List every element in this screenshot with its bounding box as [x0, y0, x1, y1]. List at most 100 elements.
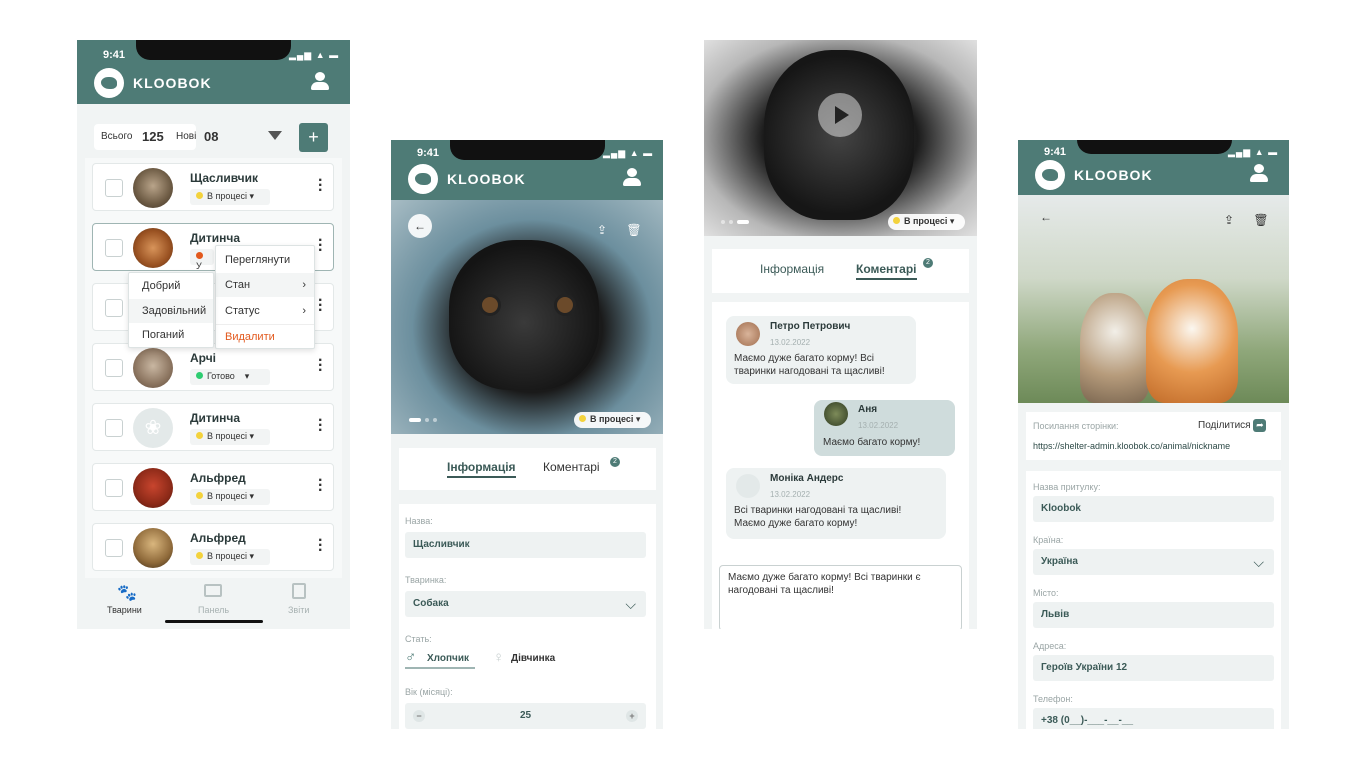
share-upload-icon[interactable]: ⇪	[1217, 208, 1241, 232]
row-checkbox[interactable]	[105, 299, 123, 317]
male-icon: ♂	[405, 649, 417, 666]
plus-icon: +	[626, 710, 638, 722]
animal-name: Альфред	[190, 531, 246, 545]
new-value: 08	[204, 129, 219, 144]
menu-item-view[interactable]: Переглянути	[216, 248, 314, 272]
more-options-icon[interactable]: · · ·	[318, 293, 323, 319]
nav-reports[interactable]: Звіти	[288, 605, 309, 615]
animal-type-label: Тваринка:	[405, 575, 447, 585]
share-upload-icon[interactable]: ⇪	[590, 218, 614, 242]
submenu-item-good[interactable]: Добрий	[129, 274, 213, 298]
trash-icon[interactable]: 🗑	[622, 218, 646, 242]
comment-input[interactable]: Маємо дуже багато корму! Всі тваринки є …	[719, 565, 962, 629]
submenu-item-bad[interactable]: Поганий	[129, 323, 213, 347]
user-profile-icon[interactable]	[1249, 164, 1269, 182]
tab-comments[interactable]: Коментарі	[856, 262, 917, 280]
trash-icon[interactable]: 🗑	[1249, 208, 1273, 232]
chevron-down-icon: ⌵	[1253, 554, 1264, 570]
menu-item-state[interactable]: Стан ›	[216, 273, 314, 297]
back-arrow-icon[interactable]: ←	[1034, 205, 1058, 229]
status-dropdown[interactable]: В процесі ▾	[888, 214, 965, 230]
state-submenu: Добрий Задовільний Поганий	[128, 272, 214, 348]
list-item[interactable]: Арчі Готово ▾ · · ·	[92, 343, 334, 391]
name-label: Назва:	[405, 516, 433, 526]
info-form: Назва: Щасливчик Тваринка: Собака ⌵ Стать…	[399, 504, 656, 729]
more-options-icon[interactable]: · · ·	[318, 353, 323, 379]
menu-item-status[interactable]: Статус ›	[216, 299, 314, 323]
more-options-icon[interactable]: · · ·	[318, 233, 323, 259]
address-field[interactable]: Героїв України 12	[1033, 655, 1274, 681]
chevron-right-icon: ›	[302, 279, 306, 291]
more-options-icon[interactable]: · · ·	[318, 173, 323, 199]
tab-comments[interactable]: Коментарі	[543, 460, 600, 474]
tab-bar: Інформація Коментарі 2	[399, 448, 656, 490]
tab-info[interactable]: Інформація	[447, 460, 516, 478]
address-label: Адреса:	[1033, 641, 1067, 651]
age-stepper[interactable]: − 25 +	[405, 703, 646, 729]
pug-eye	[479, 294, 501, 316]
animal-avatar	[133, 528, 173, 568]
row-checkbox[interactable]	[105, 179, 123, 197]
female-option[interactable]: ♀ Дівчинка	[493, 649, 573, 669]
name-field[interactable]: Щасливчик	[405, 532, 646, 558]
page-link[interactable]: https://shelter-admin.kloobok.co/animal/…	[1033, 441, 1230, 451]
brand-name: KLOOBOK	[1074, 167, 1153, 183]
filter-icon[interactable]	[268, 131, 282, 140]
nav-animals[interactable]: Тварини	[107, 605, 142, 615]
male-option[interactable]: ♂ Хлопчик	[405, 649, 475, 669]
user-profile-icon[interactable]	[622, 168, 642, 186]
animal-name: Дитинча	[190, 231, 241, 245]
country-select[interactable]: Україна ⌵	[1033, 549, 1274, 575]
paw-icon[interactable]: 🐾	[117, 583, 137, 603]
comments-count-badge: 2	[923, 258, 933, 268]
animal-type-select[interactable]: Собака ⌵	[405, 591, 646, 617]
comment-bubble-own: Аня 13.02.2022 Маємо багато корму!	[814, 400, 955, 456]
reports-icon[interactable]	[292, 583, 306, 599]
phone-field[interactable]: +38 (0__)-___-__-__	[1033, 708, 1274, 729]
share-icon: ➦	[1253, 419, 1267, 432]
animal-avatar	[133, 468, 173, 508]
age-label: Вік (місяці):	[405, 687, 453, 697]
add-animal-button[interactable]: +	[299, 123, 328, 152]
status-dropdown[interactable]: Готово ▾	[190, 369, 270, 385]
list-item[interactable]: Альфред В процесі ▾ · · ·	[92, 463, 334, 511]
row-checkbox[interactable]	[105, 539, 123, 557]
row-checkbox[interactable]	[105, 359, 123, 377]
user-profile-icon[interactable]	[310, 72, 330, 90]
status-dropdown[interactable]: В процесі ▾	[190, 429, 270, 445]
status-dropdown[interactable]: В процесі ▾	[190, 189, 270, 205]
status-dropdown[interactable]: В процесі ▾	[190, 489, 270, 505]
carousel-dots	[721, 220, 761, 224]
bottom-navigation: 🐾 Тварини Панель Звіти	[77, 580, 350, 629]
minus-icon: −	[413, 710, 425, 722]
more-options-icon[interactable]: · · ·	[318, 413, 323, 439]
nav-panel[interactable]: Панель	[198, 605, 229, 615]
list-item[interactable]: Альфред В процесі ▾ · · ·	[92, 523, 334, 571]
more-options-icon[interactable]: · · ·	[318, 533, 323, 559]
row-checkbox[interactable]	[105, 239, 123, 257]
kloobok-logo-icon	[94, 68, 124, 98]
city-field[interactable]: Львів	[1033, 602, 1274, 628]
comment-author: Аня	[858, 404, 878, 415]
submenu-item-satisfactory[interactable]: Задовільний	[129, 299, 213, 323]
share-link-button[interactable]: Поділитися ➦	[1198, 419, 1267, 432]
monitor-icon[interactable]	[204, 584, 222, 597]
more-options-icon[interactable]: · · ·	[318, 473, 323, 499]
comment-text: Маємо дуже багато корму! Всі тваринки на…	[734, 353, 885, 377]
play-icon[interactable]	[818, 93, 862, 137]
back-arrow-icon[interactable]: ←	[408, 214, 432, 238]
status-dropdown[interactable]: В процесі ▾	[574, 412, 651, 428]
row-checkbox[interactable]	[105, 479, 123, 497]
list-item[interactable]: Щасливчик В процесі ▾ · · ·	[92, 163, 334, 211]
tab-info[interactable]: Інформація	[760, 262, 824, 276]
status-dropdown[interactable]: У	[190, 249, 214, 271]
female-icon: ♀	[493, 649, 505, 666]
row-checkbox[interactable]	[105, 419, 123, 437]
menu-item-delete[interactable]: Видалити	[216, 324, 314, 348]
shelter-name-field[interactable]: Kloobok	[1033, 496, 1274, 522]
list-item[interactable]: ❀ Дитинча В процесі ▾ · · ·	[92, 403, 334, 451]
comment-date: 13.02.2022	[770, 490, 811, 499]
chevron-down-icon: ⌵	[625, 596, 636, 612]
dog-left	[1080, 293, 1150, 403]
status-dropdown[interactable]: В процесі ▾	[190, 549, 270, 565]
